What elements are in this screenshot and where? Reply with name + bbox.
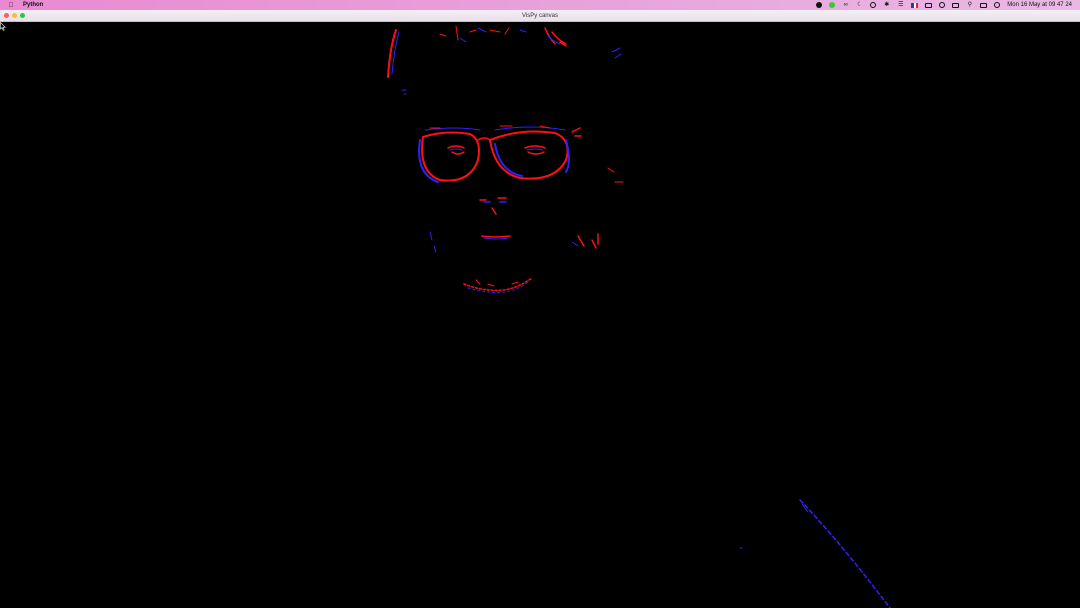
record-icon[interactable] (816, 2, 823, 8)
check-icon[interactable] (829, 2, 836, 8)
moon-icon[interactable]: ☾ (856, 2, 863, 9)
window-title: VisPy canvas (522, 12, 558, 19)
control-center-icon[interactable] (980, 2, 988, 8)
chin-events (463, 277, 533, 293)
vispy-canvas[interactable] (0, 22, 1080, 608)
glasses-events (418, 125, 582, 183)
apple-icon[interactable]:  (8, 2, 14, 9)
flag-fr-icon[interactable] (911, 2, 919, 8)
app-menu-python[interactable]: Python (23, 2, 43, 8)
wifi-icon[interactable]: ☰ (897, 2, 904, 9)
event-visualization (387, 25, 891, 608)
glasses-icon[interactable]: ∞ (842, 2, 849, 9)
search-icon[interactable]: ⚲ (966, 2, 973, 9)
window-titlebar[interactable]: VisPy canvas (0, 10, 1080, 22)
face-side-events (429, 167, 624, 253)
keyboard-icon[interactable] (925, 2, 933, 8)
history-icon[interactable] (870, 2, 877, 8)
battery-icon[interactable] (952, 2, 960, 8)
minimize-button[interactable] (12, 13, 17, 18)
status-area: ∞ ☾ ✱ ☰ ⚲ Mon 16 May at 09 47 24 (816, 0, 1072, 10)
bluetooth-icon[interactable]: ✱ (883, 2, 890, 9)
nose-events (479, 197, 511, 240)
shoulder-events (739, 499, 891, 608)
close-button[interactable] (4, 13, 9, 18)
user-icon[interactable] (939, 2, 946, 8)
mouse-pointer-icon (0, 22, 6, 31)
hair-events (387, 25, 622, 95)
menu-bar:  Python ∞ ☾ ✱ ☰ ⚲ Mon 16 May at 09 47 2… (0, 0, 1080, 10)
siri-icon[interactable] (994, 2, 1001, 8)
maximize-button[interactable] (20, 13, 25, 18)
menu-clock[interactable]: Mon 16 May at 09 47 24 (1007, 2, 1072, 8)
window-controls (4, 13, 25, 18)
